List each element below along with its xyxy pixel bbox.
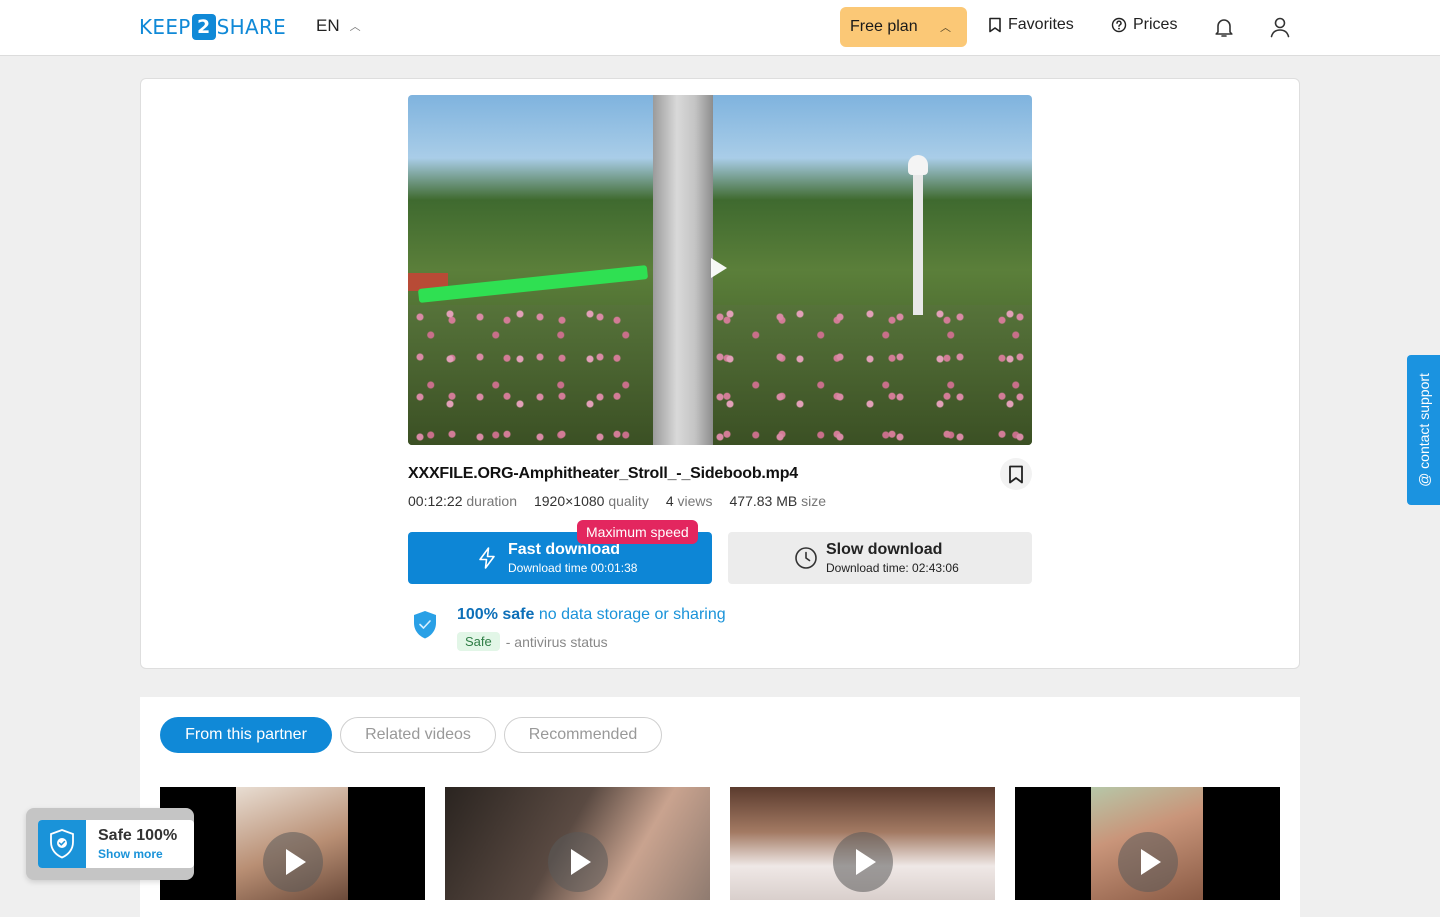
- preview-rail: [417, 265, 649, 303]
- favorites-link[interactable]: Favorites: [988, 16, 1074, 34]
- tab-from-this-partner[interactable]: From this partner: [160, 717, 332, 753]
- bell-icon[interactable]: [1211, 14, 1237, 40]
- bookmark-icon: [989, 17, 1001, 33]
- logo-text-share: SHARE: [216, 15, 287, 39]
- safety-strong: 100% safe: [457, 606, 535, 623]
- safe-widget: Safe 100% Show more: [26, 808, 194, 880]
- safety-details-link[interactable]: no data storage or sharing: [539, 606, 726, 623]
- views: 4 views: [666, 493, 713, 509]
- chevron-up-icon: ︿: [349, 21, 361, 33]
- quality-value: 1920×1080: [533, 493, 605, 509]
- play-icon[interactable]: [1117, 832, 1178, 892]
- play-icon[interactable]: [711, 258, 727, 278]
- question-circle-icon: [1111, 17, 1127, 33]
- video-thumbnail[interactable]: [445, 787, 710, 900]
- preview-post: [913, 165, 923, 315]
- duration-label: duration: [466, 493, 517, 509]
- quality-label: quality: [608, 493, 649, 509]
- play-icon[interactable]: [832, 832, 893, 892]
- user-icon[interactable]: [1267, 14, 1293, 40]
- play-icon[interactable]: [262, 832, 323, 892]
- size-label: size: [801, 493, 827, 509]
- keep2share-logo[interactable]: KEEP 2 SHARE: [139, 14, 286, 40]
- tab-related-videos[interactable]: Related videos: [340, 717, 496, 753]
- favorites-label: Favorites: [1008, 16, 1074, 33]
- chevron-up-icon: ︿: [940, 22, 951, 34]
- play-icon[interactable]: [547, 832, 608, 892]
- language-selector[interactable]: EN ︿: [316, 16, 361, 36]
- safe-widget-title: Safe 100%: [98, 827, 178, 844]
- quality: 1920×1080 quality: [534, 493, 649, 509]
- views-value: 4: [665, 493, 674, 509]
- preview-bushes: [408, 305, 1032, 445]
- free-plan-dropdown[interactable]: Free plan ︿: [840, 7, 967, 47]
- views-label: views: [677, 493, 713, 509]
- antivirus-badge: Safe: [457, 632, 500, 651]
- lightning-icon: [479, 547, 495, 569]
- logo-number: 2: [191, 14, 216, 40]
- preview-lamp: [908, 155, 928, 175]
- file-meta: 00:12:22 duration 1920×1080 quality 4 vi…: [408, 493, 826, 509]
- shield-check-icon: [50, 829, 74, 859]
- contact-support-tab[interactable]: @ contact support: [1407, 355, 1440, 505]
- video-thumbnail[interactable]: [160, 787, 425, 900]
- safety-statement: 100% safe no data storage or sharing: [457, 606, 726, 624]
- video-thumbnail[interactable]: [730, 787, 995, 900]
- size-value: 477.83 MB: [729, 493, 798, 509]
- tab-recommended[interactable]: Recommended: [504, 717, 662, 753]
- bookmark-icon: [1009, 465, 1023, 483]
- safe-widget-shield: [38, 820, 86, 868]
- logo-text-keep: KEEP: [139, 15, 191, 39]
- safe-widget-card[interactable]: Safe 100% Show more: [38, 820, 194, 868]
- clock-icon: [795, 547, 817, 569]
- file-name: XXXFILE.ORG-Amphitheater_Stroll_-_Sidebo…: [408, 465, 798, 482]
- add-to-favorites-button[interactable]: [1000, 458, 1032, 490]
- slow-download-button[interactable]: Slow download Download time: 02:43:06: [728, 532, 1032, 584]
- contact-support-label: @ contact support: [1415, 373, 1432, 487]
- antivirus-text: - antivirus status: [505, 633, 608, 650]
- preview-pole: [653, 95, 713, 445]
- video-preview[interactable]: [408, 95, 1032, 445]
- antivirus-status: Safe - antivirus status: [457, 632, 608, 651]
- slow-download-time: Download time: 02:43:06: [826, 561, 959, 575]
- shield-check-icon: [414, 611, 436, 639]
- language-label: EN: [316, 16, 340, 35]
- show-more-link[interactable]: Show more: [98, 847, 163, 861]
- plan-label: Free plan: [850, 18, 918, 35]
- maximum-speed-badge: Maximum speed: [577, 520, 698, 544]
- size: 477.83 MB size: [730, 493, 827, 509]
- prices-label: Prices: [1133, 16, 1178, 33]
- video-thumbnail[interactable]: [1015, 787, 1280, 900]
- duration: 00:12:22 duration: [408, 493, 517, 509]
- duration-value: 00:12:22: [408, 493, 463, 509]
- fast-download-time: Download time 00:01:38: [508, 561, 638, 575]
- prices-link[interactable]: Prices: [1111, 16, 1177, 34]
- slow-download-title: Slow download: [826, 541, 943, 558]
- top-header: KEEP 2 SHARE EN ︿ Free plan ︿ Favorites …: [0, 0, 1440, 56]
